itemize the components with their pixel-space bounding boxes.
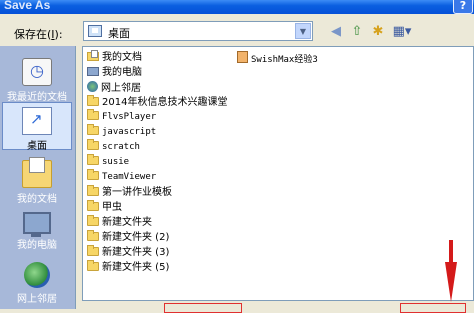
save-in-dropdown[interactable]: 桌面 ▼ [83, 21, 313, 41]
folder-icon [87, 124, 99, 135]
place-label: 桌面 [27, 141, 47, 152]
up-folder-icon[interactable]: ⇧ [349, 24, 365, 40]
place-network-places[interactable]: 网上邻居 [2, 258, 72, 308]
chevron-down-icon[interactable]: ▼ [295, 23, 311, 39]
red-arrow-annotation [445, 240, 457, 302]
new-folder-icon[interactable]: ✱ [370, 24, 386, 40]
folder-icon [87, 230, 99, 241]
swishmax-file-icon [237, 51, 248, 63]
help-button[interactable]: ? [453, 0, 473, 14]
window-title: Save As [4, 0, 51, 12]
folder-icon [87, 260, 99, 271]
file-list[interactable]: 我的文档 我的电脑 网上邻居 2014年秋信息技术兴趣课堂 FlvsPlayer… [82, 46, 474, 301]
my-computer-icon [23, 212, 51, 237]
list-item[interactable]: 第一讲作业模板 [87, 185, 172, 199]
list-item[interactable]: 2014年秋信息技术兴趣课堂 [87, 95, 227, 109]
folder-icon [87, 245, 99, 256]
list-item[interactable]: 新建文件夹 (5) [87, 260, 169, 274]
place-label: 我的电脑 [17, 240, 57, 251]
highlight-box [400, 303, 466, 313]
my-documents-icon [22, 157, 52, 188]
list-item[interactable]: 网上邻居 [87, 81, 141, 94]
list-item[interactable]: 新建文件夹 (2) [87, 230, 169, 244]
folder-icon [87, 109, 99, 120]
places-bar: 我最近的文档 桌面 我的文档 我的电脑 网上邻居 [0, 46, 76, 309]
list-item[interactable]: SwishMax经验3 [237, 51, 318, 65]
save-in-value: 桌面 [108, 27, 130, 40]
views-menu-icon[interactable]: ▦▾ [390, 24, 414, 40]
place-my-documents[interactable]: 我的文档 [2, 156, 72, 206]
list-item[interactable]: susie [87, 154, 129, 169]
list-item[interactable]: 我的文档 [87, 50, 142, 64]
recent-documents-icon [22, 58, 52, 86]
list-item[interactable]: 新建文件夹 (3) [87, 245, 169, 259]
back-icon[interactable]: ◀ [328, 24, 344, 40]
folder-icon [87, 215, 99, 226]
place-desktop[interactable]: 桌面 [2, 102, 72, 152]
place-label: 我的文档 [17, 194, 57, 205]
network-places-icon [24, 262, 50, 288]
place-label: 网上邻居 [17, 294, 57, 305]
list-item[interactable]: TeamViewer [87, 169, 156, 184]
list-item[interactable]: scratch [87, 139, 140, 154]
desktop-icon [88, 25, 102, 37]
desktop-icon [22, 107, 52, 135]
list-item[interactable]: javascript [87, 124, 156, 139]
folder-icon [87, 95, 99, 106]
folder-icon [87, 185, 99, 196]
highlight-box [164, 303, 242, 313]
folder-icon [87, 169, 99, 180]
list-item[interactable]: FlvsPlayer [87, 109, 156, 124]
save-in-label: 保存在(I): [14, 28, 63, 41]
place-recent-documents[interactable]: 我最近的文档 [2, 54, 72, 104]
place-label: 我最近的文档 [7, 92, 67, 103]
list-item[interactable]: 我的电脑 [87, 66, 142, 79]
title-bar: Save As ? [0, 0, 474, 14]
list-item[interactable]: 甲虫 [87, 200, 122, 214]
list-item[interactable]: 新建文件夹 [87, 215, 152, 229]
my-documents-icon [87, 50, 99, 61]
folder-icon [87, 200, 99, 211]
my-computer-icon [87, 67, 99, 76]
folder-icon [87, 139, 99, 150]
folder-icon [87, 154, 99, 165]
network-icon [87, 81, 98, 92]
place-my-computer[interactable]: 我的电脑 [2, 208, 72, 258]
